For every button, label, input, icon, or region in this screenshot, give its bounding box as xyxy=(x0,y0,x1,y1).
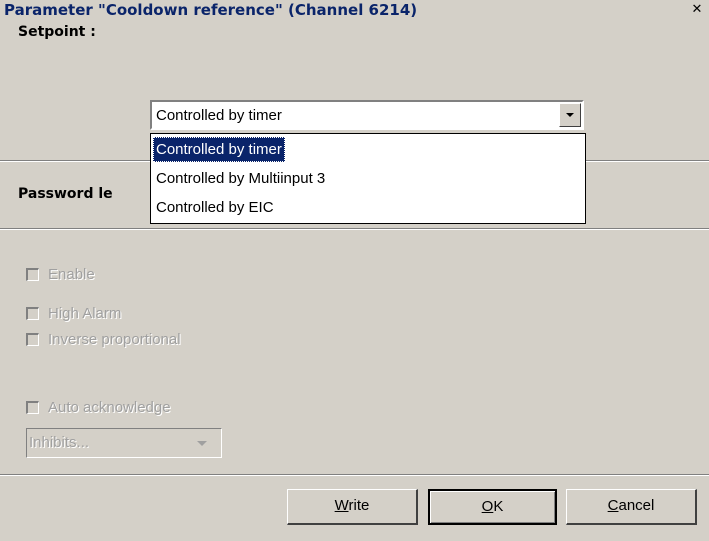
inverse-proportional-checkbox-label: Inverse proportional xyxy=(48,331,181,348)
setpoint-options-list: Controlled by timer Controlled by Multii… xyxy=(150,133,586,224)
setpoint-select[interactable]: Controlled by timer xyxy=(150,100,584,130)
cancel-button-label: ancel xyxy=(618,497,655,514)
divider xyxy=(0,474,709,476)
inhibits-select-value: Inhibits... xyxy=(29,434,90,451)
divider xyxy=(0,228,709,230)
write-button[interactable]: Write xyxy=(287,489,418,525)
parameter-dialog: Parameter "Cooldown reference" (Channel … xyxy=(0,0,709,541)
ok-button[interactable]: OK xyxy=(428,489,557,525)
inverse-proportional-checkbox[interactable] xyxy=(26,333,39,346)
inhibits-select[interactable]: Inhibits... xyxy=(26,428,222,458)
high-alarm-checkbox-label: High Alarm xyxy=(48,305,122,322)
cancel-button-mnemonic: C xyxy=(607,497,619,514)
setpoint-option-multiinput-3[interactable]: Controlled by Multiinput 3 xyxy=(153,166,328,191)
setpoint-option-timer[interactable]: Controlled by timer xyxy=(153,137,285,162)
close-icon[interactable]: ✕ xyxy=(689,2,705,18)
write-button-label: rite xyxy=(348,497,370,514)
setpoint-label: Setpoint : xyxy=(18,24,96,40)
title-bar[interactable]: Parameter "Cooldown reference" (Channel … xyxy=(0,0,709,22)
setpoint-select-value: Controlled by timer xyxy=(156,107,282,124)
password-level-label: Password le xyxy=(18,186,113,202)
dialog-title: Parameter "Cooldown reference" (Channel … xyxy=(4,1,418,19)
setpoint-dropdown-button[interactable] xyxy=(559,103,581,127)
ok-button-label: K xyxy=(493,498,504,515)
ok-button-mnemonic: O xyxy=(481,498,494,515)
auto-acknowledge-checkbox-label: Auto acknowledge xyxy=(48,399,171,416)
chevron-down-icon xyxy=(566,113,574,117)
write-button-mnemonic: W xyxy=(334,497,349,514)
auto-acknowledge-checkbox[interactable] xyxy=(26,401,39,414)
enable-checkbox-label: Enable xyxy=(48,266,95,283)
setpoint-option-eic[interactable]: Controlled by EIC xyxy=(153,195,277,220)
high-alarm-checkbox[interactable] xyxy=(26,307,39,320)
cancel-button[interactable]: Cancel xyxy=(566,489,697,525)
chevron-down-icon xyxy=(197,441,207,446)
enable-checkbox[interactable] xyxy=(26,268,39,281)
